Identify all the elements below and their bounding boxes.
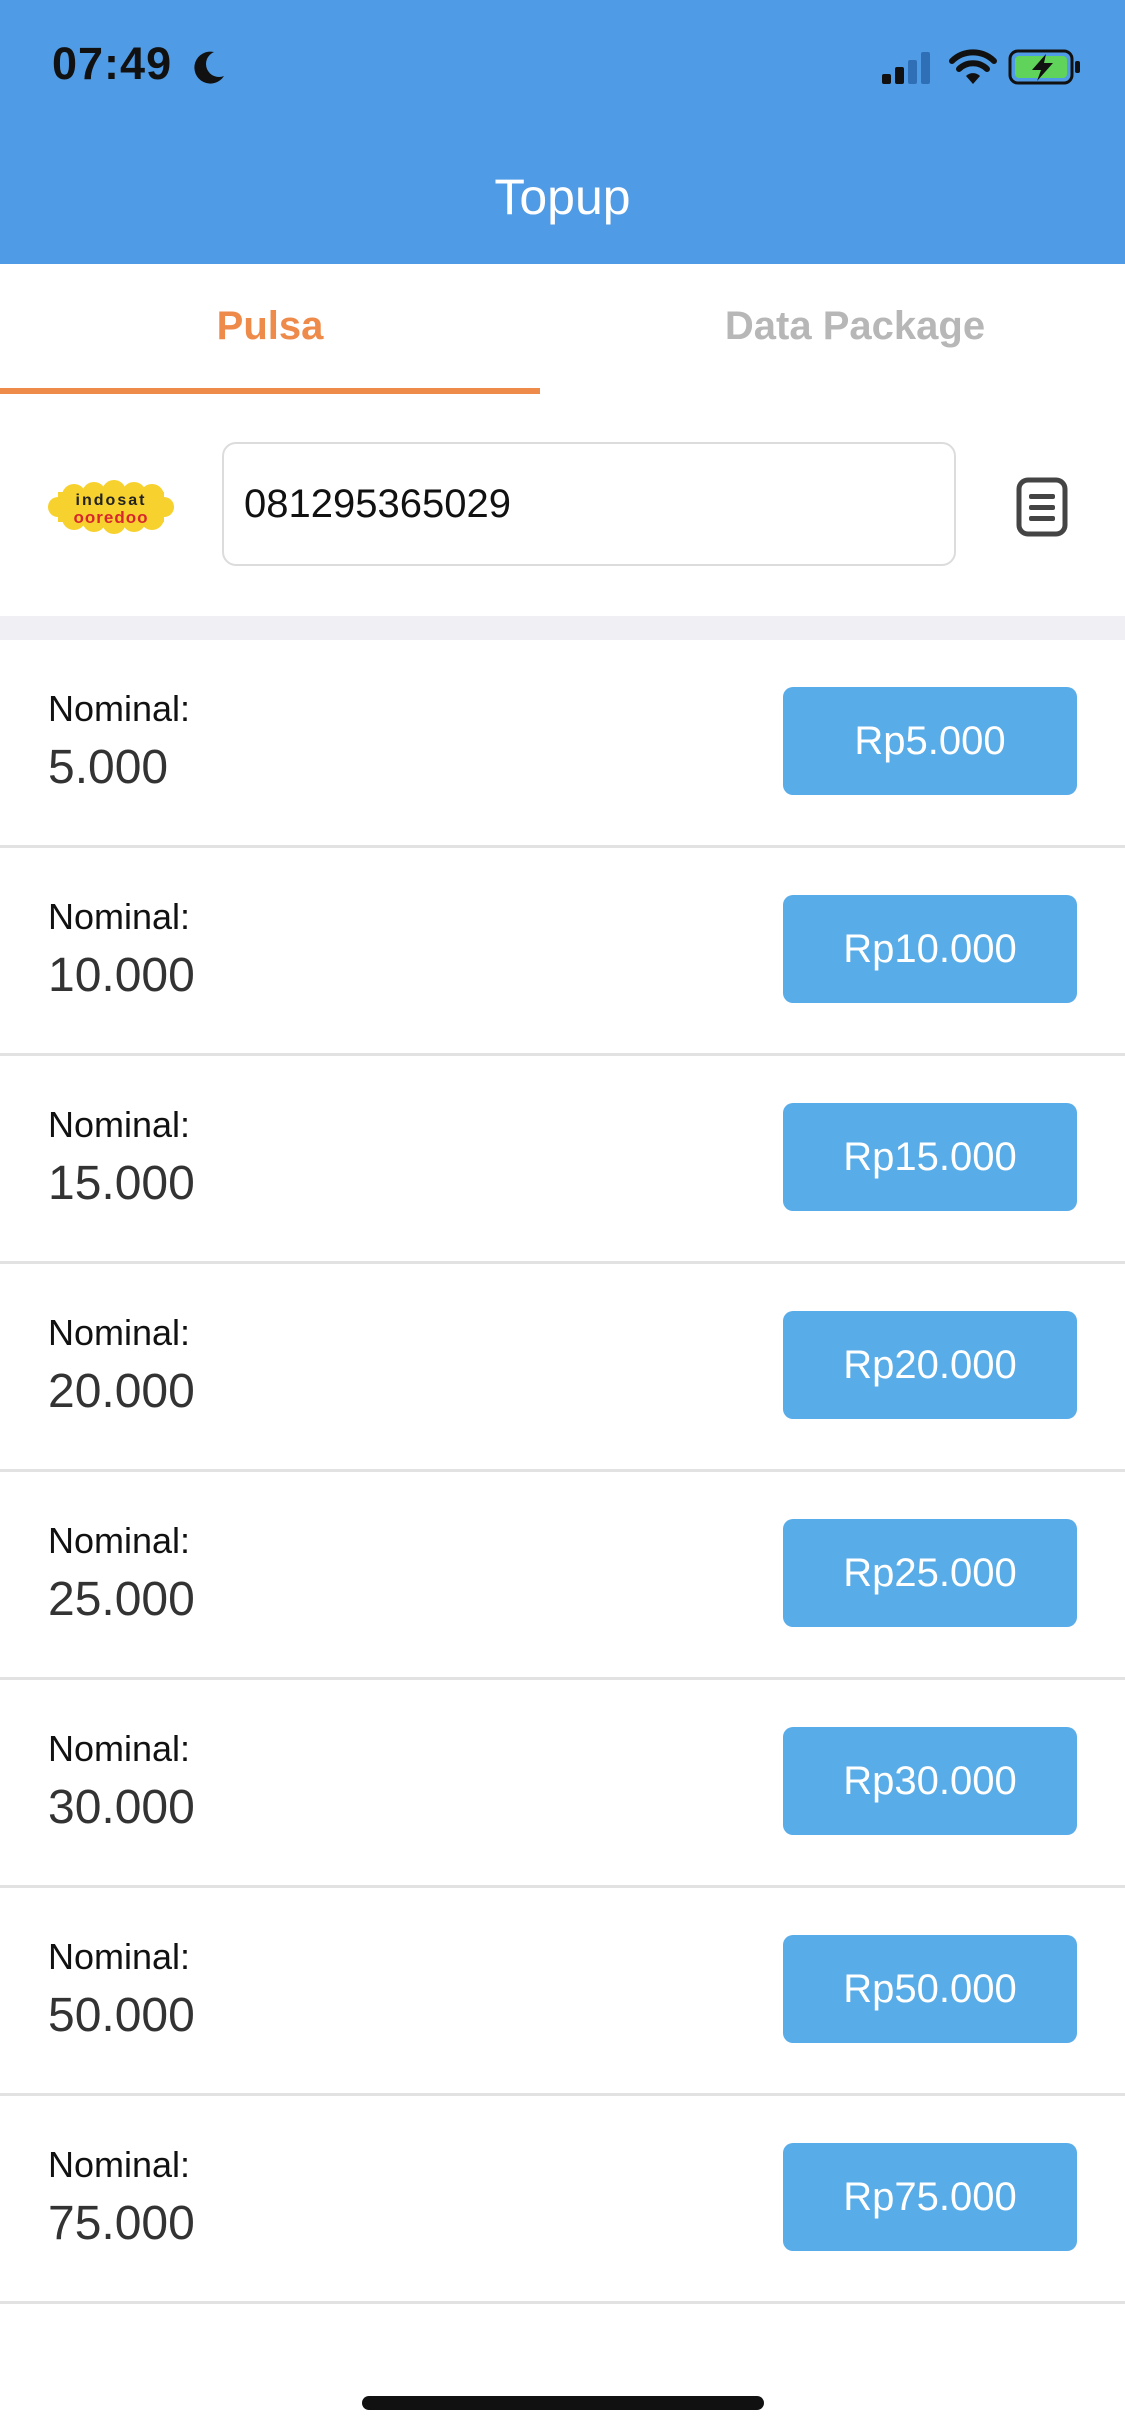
nominal-label: Nominal: — [48, 1520, 191, 1561]
price-button[interactable]: Rp15.000 — [783, 1103, 1077, 1211]
list-item: Nominal: 50.000 Rp50.000 — [0, 1888, 1125, 2096]
price-button[interactable]: Rp50.000 — [783, 1935, 1077, 2043]
nominal-label: Nominal: — [48, 688, 191, 729]
list-item: Nominal: 30.000 Rp30.000 — [0, 1680, 1125, 1888]
nominal-value: 15.000 — [48, 1157, 195, 1210]
moon-icon — [194, 51, 224, 84]
price-button[interactable]: Rp20.000 — [783, 1311, 1077, 1419]
price-button[interactable]: Rp75.000 — [783, 2143, 1077, 2251]
nominal-label: Nominal: — [48, 1936, 191, 1977]
nominal-label: Nominal: — [48, 1728, 191, 1769]
tab-data-package[interactable]: Data Package — [585, 264, 1125, 394]
app-header: 07:49 Topup — [0, 0, 1125, 264]
wifi-icon — [949, 49, 997, 84]
phone-number-input[interactable] — [222, 442, 956, 566]
phone-input-row: indosat ooredoo — [0, 394, 1125, 616]
tab-bar: Pulsa Data Package — [0, 264, 1125, 394]
list-item: Nominal: 20.000 Rp20.000 — [0, 1264, 1125, 1472]
list-item: Nominal: 15.000 Rp15.000 — [0, 1056, 1125, 1264]
nominal-value: 20.000 — [48, 1365, 195, 1418]
operator-logo: indosat ooredoo — [48, 480, 174, 534]
nominal-value: 5.000 — [48, 741, 169, 794]
list-item: Nominal: 10.000 Rp10.000 — [0, 848, 1125, 1056]
section-divider — [0, 616, 1125, 640]
price-button[interactable]: Rp25.000 — [783, 1519, 1077, 1627]
nominal-list: Nominal: 5.000 Rp5.000 Nominal: 10.000 R… — [0, 640, 1125, 2304]
price-button[interactable]: Rp5.000 — [783, 687, 1077, 795]
operator-logo-text-bottom: ooredoo — [74, 508, 149, 527]
nominal-label: Nominal: — [48, 2144, 191, 2185]
nominal-value: 10.000 — [48, 949, 195, 1002]
battery-charging-icon — [1008, 49, 1080, 85]
nominal-value: 30.000 — [48, 1781, 195, 1834]
list-item: Nominal: 75.000 Rp75.000 — [0, 2096, 1125, 2304]
price-button[interactable]: Rp10.000 — [783, 895, 1077, 1003]
status-time: 07:49 — [52, 38, 173, 89]
price-button[interactable]: Rp30.000 — [783, 1727, 1077, 1835]
tab-pulsa[interactable]: Pulsa — [0, 264, 540, 394]
nominal-value: 75.000 — [48, 2197, 195, 2250]
nominal-label: Nominal: — [48, 1104, 191, 1145]
nominal-label: Nominal: — [48, 1312, 191, 1353]
operator-logo-text-top: indosat — [76, 492, 147, 509]
nominal-label: Nominal: — [48, 896, 191, 937]
list-item: Nominal: 5.000 Rp5.000 — [0, 640, 1125, 848]
nominal-value: 50.000 — [48, 1989, 195, 2042]
nominal-value: 25.000 — [48, 1573, 195, 1626]
signal-icon — [882, 52, 930, 84]
list-item: Nominal: 25.000 Rp25.000 — [0, 1472, 1125, 1680]
home-indicator[interactable] — [362, 2396, 764, 2410]
page-title: Topup — [494, 169, 631, 225]
contact-book-icon[interactable] — [1014, 476, 1070, 538]
